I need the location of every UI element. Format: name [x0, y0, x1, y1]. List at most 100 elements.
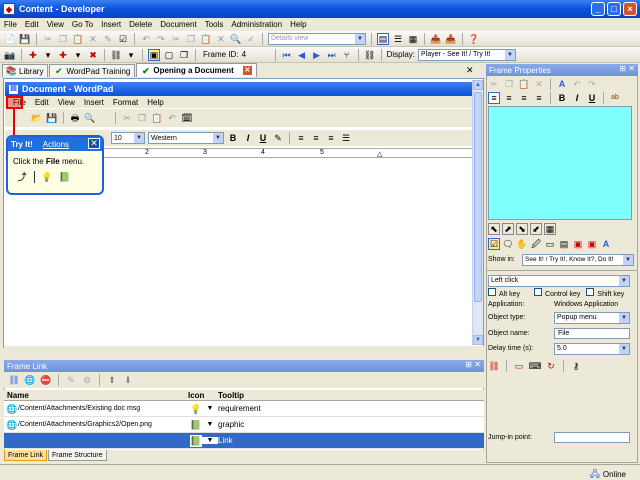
align-right-icon[interactable]: ≡ [325, 132, 337, 144]
tab-library[interactable]: 📚 Library [2, 64, 49, 77]
book-icon[interactable]: 📗 [190, 434, 202, 447]
chevron-down-icon[interactable]: ▼ [202, 437, 218, 444]
first-frame-icon[interactable]: ⏮ [281, 49, 293, 61]
fp-align-left-icon[interactable]: ≡ [488, 91, 500, 104]
layout-icon[interactable]: ▦ [407, 33, 419, 45]
action-frame-icon[interactable]: ▭ [513, 360, 525, 372]
menu-delete[interactable]: Delete [129, 20, 152, 29]
topic-editor-icon[interactable]: ▢ [163, 49, 175, 61]
underline-icon[interactable]: U [257, 132, 269, 144]
view-combo[interactable]: Details view ▼ [268, 32, 366, 45]
italic-icon[interactable]: I [242, 132, 254, 144]
font-size-combo[interactable]: 10 ▼ [111, 132, 145, 144]
fp-undo-icon[interactable]: ↶ [571, 78, 583, 90]
alt-key-checkbox[interactable]: Alt key [488, 287, 520, 298]
save-icon[interactable]: 💾 [19, 33, 31, 45]
add-frame-icon[interactable]: ✚ [57, 49, 69, 61]
list-view-icon[interactable]: ☰ [392, 33, 404, 45]
table-row[interactable]: 🌐 /Content/Attachments/Graphics2/Open.pn… [4, 417, 484, 433]
last-frame-icon[interactable]: ⏭ [326, 49, 338, 61]
mode-icon-4[interactable]: 🖉 [530, 238, 542, 250]
next-frame-icon[interactable]: ▶ [311, 49, 323, 61]
wordpad-menu-help[interactable]: Help [147, 98, 163, 107]
globe-icon[interactable]: 🌐 [24, 374, 36, 386]
align-left-icon[interactable]: ≡ [295, 132, 307, 144]
wp-copy-icon[interactable]: ❐ [136, 112, 148, 124]
tabs-close-icon[interactable]: ✕ [466, 65, 474, 76]
bubble-picture-icon[interactable]: ▦ [544, 222, 556, 235]
undo-icon[interactable]: ↶ [140, 33, 152, 45]
mode-icon-5[interactable]: ▭ [544, 238, 556, 250]
col-name[interactable]: Name [4, 391, 188, 400]
details-view-icon[interactable]: ▤ [377, 32, 389, 45]
copy2-icon[interactable]: ❐ [185, 33, 197, 45]
rename-icon[interactable]: ✎ [102, 33, 114, 45]
delay-combo[interactable]: 5.0 ▼ [554, 342, 630, 355]
mode-icon-7[interactable]: ▣ [572, 238, 584, 250]
book-icon[interactable]: 📗 [59, 171, 71, 183]
mode-icon-9[interactable]: A [600, 238, 612, 250]
menu-administration[interactable]: Administration [231, 20, 282, 29]
menu-goto[interactable]: Go To [72, 20, 93, 29]
scroll-thumb[interactable] [474, 92, 482, 302]
fp-align-center-icon[interactable]: ≡ [503, 92, 515, 104]
prev-frame-icon[interactable]: ◀ [296, 49, 308, 61]
delete2-icon[interactable]: ✕ [215, 33, 227, 45]
find-icon[interactable]: 🔍 [230, 33, 242, 45]
properties-icon[interactable]: ☑ [117, 33, 129, 45]
paste2-icon[interactable]: 📋 [200, 33, 212, 45]
bulb-icon[interactable]: 💡 [190, 403, 202, 415]
color-icon[interactable]: ✎ [272, 132, 284, 144]
action-link-icon[interactable]: ⛓ [488, 360, 500, 372]
spell-icon[interactable]: ✓ [245, 33, 257, 45]
chevron-down-icon[interactable]: ▼ [202, 421, 218, 428]
bubble-close-icon[interactable]: ✕ [88, 138, 100, 149]
menu-document[interactable]: Document [160, 20, 196, 29]
wp-save-icon[interactable]: 💾 [46, 112, 58, 124]
cut-icon[interactable]: ✂ [42, 33, 54, 45]
wordpad-menu-format[interactable]: Format [113, 98, 138, 107]
tab-close-icon[interactable]: ✕ [242, 66, 252, 75]
alternative-icon[interactable]: ✖ [87, 49, 99, 61]
menu-help[interactable]: Help [290, 20, 306, 29]
maximize-button[interactable]: □ [607, 2, 621, 16]
mode-icon-6[interactable]: ▤ [558, 238, 570, 250]
frame-dropdown-icon[interactable]: ▾ [72, 49, 84, 61]
wp-undo-icon[interactable]: ↶ [166, 112, 178, 124]
wordpad-menu-insert[interactable]: Insert [84, 98, 104, 107]
link-props-icon[interactable]: ⚙ [81, 374, 93, 386]
branch-arrow-icon[interactable]: ⤴ [16, 171, 28, 183]
link-attach-icon[interactable]: ⛓ [8, 374, 20, 386]
branch-icon[interactable]: ⑂ [341, 49, 353, 61]
bubble-icon-icon[interactable]: ⬊ [516, 222, 528, 235]
tab-wordpad-training[interactable]: ✔ WordPad Training [49, 64, 136, 77]
show-in-combo[interactable]: See It! / Try It!, Know It?, Do It! ▼ [522, 253, 634, 266]
fp-copy-icon[interactable]: ❐ [503, 78, 515, 90]
bullets-icon[interactable]: ☰ [340, 132, 352, 144]
action-key-icon[interactable]: ⚷ [570, 360, 582, 372]
chevron-down-icon[interactable]: ▼ [202, 405, 218, 412]
wp-print-icon[interactable]: 🖶 [69, 112, 81, 124]
mode-icon-8[interactable]: ▣ [586, 238, 598, 250]
display-combo[interactable]: Player - See It! / Try It! ▼ [418, 48, 517, 61]
action-refresh-icon[interactable]: ↻ [545, 360, 557, 372]
panel-close-icon[interactable]: ✕ [474, 360, 481, 369]
tab-frame-structure[interactable]: Frame Structure [48, 450, 107, 461]
add-action-icon[interactable]: ✚ [27, 49, 39, 61]
script-combo[interactable]: Western ▼ [148, 132, 224, 144]
bulb-icon[interactable]: 💡 [41, 171, 53, 183]
pin-icon[interactable]: ⊞ [465, 360, 472, 369]
bubble-text-editor[interactable] [488, 106, 632, 220]
close-button[interactable]: × [623, 2, 637, 16]
action-hotspot[interactable] [6, 96, 23, 109]
minimize-button[interactable]: _ [591, 2, 605, 16]
fp-font-icon[interactable]: A [556, 78, 568, 90]
move-down-icon[interactable]: ⬇ [122, 374, 134, 386]
shift-key-checkbox[interactable]: Shift key [586, 287, 624, 298]
link-dropdown-icon[interactable]: ▾ [125, 49, 137, 61]
fp-cut-icon[interactable]: ✂ [488, 78, 500, 90]
menu-edit[interactable]: Edit [25, 20, 39, 29]
bold-icon[interactable]: B [227, 132, 239, 144]
cut2-icon[interactable]: ✂ [170, 33, 182, 45]
checkin-icon[interactable]: 📥 [445, 33, 457, 45]
